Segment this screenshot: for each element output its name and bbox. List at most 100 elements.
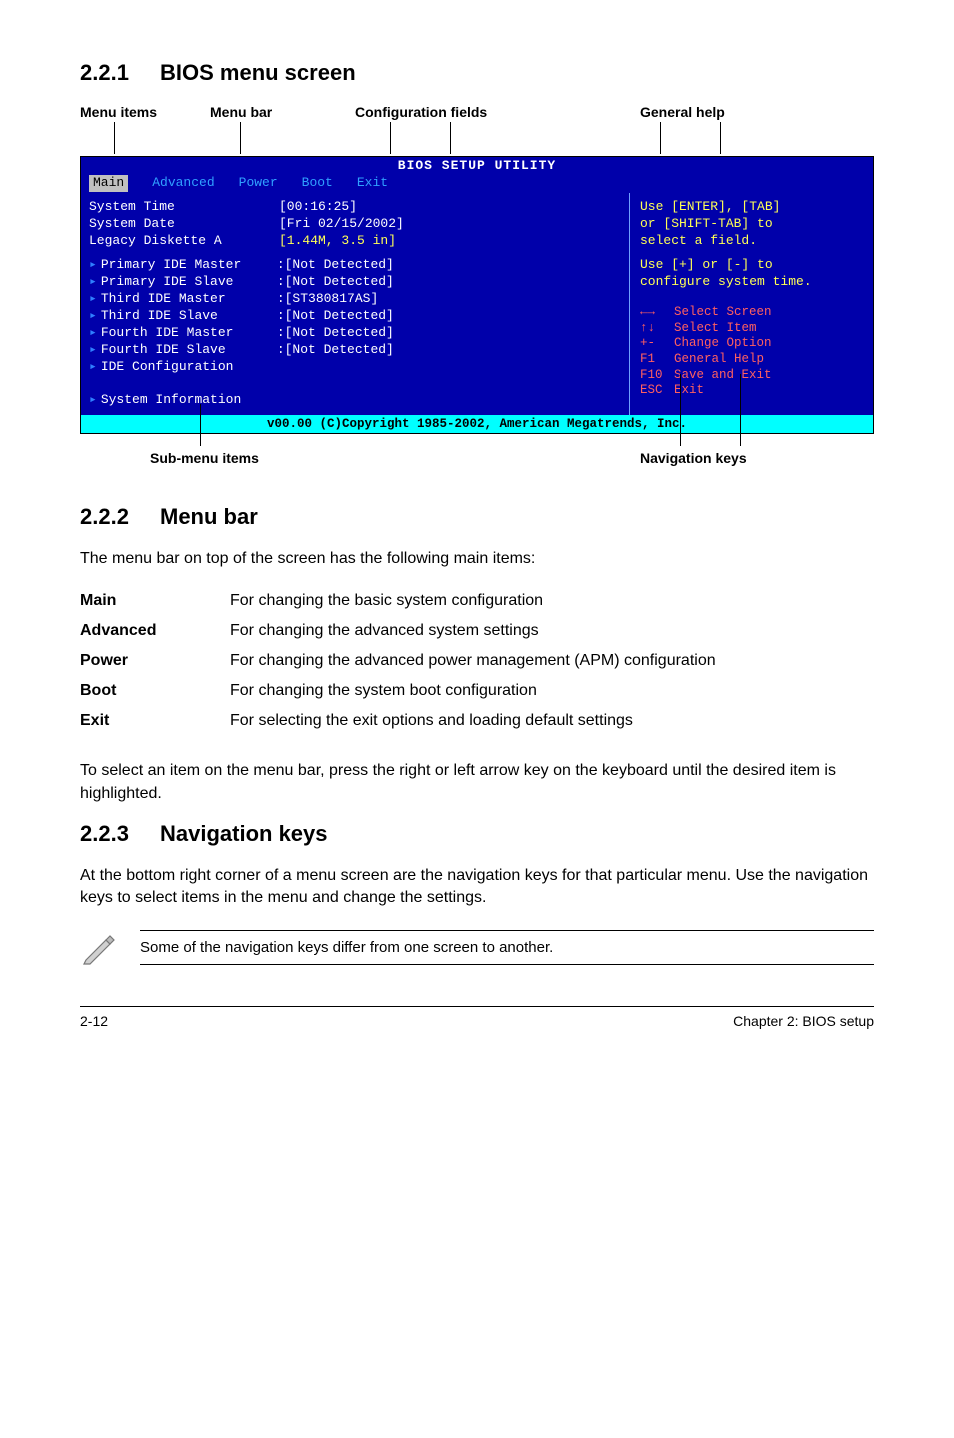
description: For changing the system boot configurati… — [230, 676, 874, 706]
bios-row[interactable]: ▸Primary IDE Master:[Not Detected] — [89, 257, 621, 274]
section-number: 2.2.3 — [80, 821, 160, 847]
bios-field-value: [Fri 02/15/2002] — [279, 216, 404, 233]
nav-key-desc: Select Item — [674, 321, 757, 337]
bios-tab-main[interactable]: Main — [89, 175, 128, 192]
submenu-arrow-icon: ▸ — [89, 257, 97, 274]
nav-key: F10 — [640, 368, 674, 384]
bios-field-label: System Date — [89, 216, 279, 233]
bios-field-value: :[Not Detected] — [277, 325, 394, 342]
bios-field-label: System Time — [89, 199, 279, 216]
table-row: PowerFor changing the advanced power man… — [80, 646, 874, 676]
bios-left-panel: System Time [00:16:25] System Date [Fri … — [81, 193, 629, 415]
section-number: 2.2.2 — [80, 504, 160, 530]
bios-field-value: :[Not Detected] — [277, 308, 394, 325]
page-footer: 2-12 Chapter 2: BIOS setup — [80, 1006, 874, 1029]
submenu-arrow-icon: ▸ — [89, 359, 97, 376]
section-number: 2.2.1 — [80, 60, 160, 86]
pencil-icon — [80, 930, 140, 966]
bios-field-label: Fourth IDE Slave — [101, 342, 277, 359]
bios-field-label: Third IDE Slave — [101, 308, 277, 325]
page-number: 2-12 — [80, 1013, 108, 1029]
bios-row[interactable]: ▸IDE Configuration — [89, 359, 621, 376]
bios-row[interactable]: ▸Third IDE Slave:[Not Detected] — [89, 308, 621, 325]
definition-table: MainFor changing the basic system config… — [80, 586, 874, 736]
table-row: ExitFor selecting the exit options and l… — [80, 706, 874, 736]
bios-field-label: IDE Configuration — [101, 359, 277, 376]
bios-tab-boot[interactable]: Boot — [302, 175, 333, 192]
bios-field-value: :[Not Detected] — [277, 342, 394, 359]
label-config-fields: Configuration fields — [355, 104, 487, 120]
description: For changing the advanced power manageme… — [230, 646, 874, 676]
term: Main — [80, 586, 230, 616]
submenu-arrow-icon: ▸ — [89, 325, 97, 342]
submenu-arrow-icon: ▸ — [89, 308, 97, 325]
leader-line — [450, 122, 451, 154]
paragraph: To select an item on the menu bar, press… — [80, 760, 874, 805]
bios-row[interactable]: ▸Third IDE Master:[ST380817AS] — [89, 291, 621, 308]
nav-key: +- — [640, 336, 674, 352]
submenu-arrow-icon: ▸ — [89, 342, 97, 359]
bios-row[interactable]: ▸Primary IDE Slave:[Not Detected] — [89, 274, 621, 291]
nav-key: ESC — [640, 383, 674, 399]
bios-field-value: [1.44M, 3.5 in] — [279, 233, 396, 250]
bios-row[interactable]: Legacy Diskette A [1.44M, 3.5 in] — [89, 233, 621, 250]
label-submenu-items: Sub-menu items — [150, 450, 259, 466]
bios-row[interactable]: ▸Fourth IDE Slave:[Not Detected] — [89, 342, 621, 359]
bios-field-label: Primary IDE Master — [101, 257, 277, 274]
bios-row[interactable]: System Time [00:16:25] — [89, 199, 621, 216]
nav-key: ←→ — [640, 305, 674, 321]
help-text: select a field. — [640, 233, 865, 250]
paragraph: The menu bar on top of the screen has th… — [80, 548, 874, 570]
bios-tab-advanced[interactable]: Advanced — [152, 175, 214, 192]
nav-keys-block: ←→Select Screen ↑↓Select Item +-Change O… — [640, 305, 865, 399]
description: For selecting the exit options and loadi… — [230, 706, 874, 736]
section-title: Menu bar — [160, 504, 258, 530]
note-text: Some of the navigation keys differ from … — [140, 930, 874, 965]
submenu-arrow-icon: ▸ — [89, 291, 97, 308]
table-row: MainFor changing the basic system config… — [80, 586, 874, 616]
bios-tab-exit[interactable]: Exit — [357, 175, 388, 192]
bios-row[interactable]: System Date [Fri 02/15/2002] — [89, 216, 621, 233]
term: Boot — [80, 676, 230, 706]
leader-line — [114, 122, 115, 154]
nav-key-desc: Change Option — [674, 336, 772, 352]
bios-field-value: :[Not Detected] — [277, 257, 394, 274]
nav-key-desc: General Help — [674, 352, 764, 368]
bios-field-value: :[Not Detected] — [277, 274, 394, 291]
description: For changing the advanced system setting… — [230, 616, 874, 646]
nav-key: F1 — [640, 352, 674, 368]
bios-field-label: Third IDE Master — [101, 291, 277, 308]
nav-key-desc: Select Screen — [674, 305, 772, 321]
label-menu-bar: Menu bar — [210, 104, 272, 120]
bios-field-label: Fourth IDE Master — [101, 325, 277, 342]
bios-field-label: System Information — [101, 392, 291, 409]
bios-field-label: Legacy Diskette A — [89, 233, 279, 250]
leader-line — [720, 122, 721, 154]
label-navigation-keys: Navigation keys — [640, 450, 747, 466]
bios-screenshot: BIOS SETUP UTILITY Main Advanced Power B… — [80, 156, 874, 434]
bios-field-label: Primary IDE Slave — [101, 274, 277, 291]
label-general-help: General help — [640, 104, 725, 120]
term: Exit — [80, 706, 230, 736]
bios-help-panel: Use [ENTER], [TAB] or [SHIFT-TAB] to sel… — [629, 193, 873, 415]
bios-row[interactable]: ▸Fourth IDE Master:[Not Detected] — [89, 325, 621, 342]
help-text: Use [+] or [-] to — [640, 257, 865, 274]
section-heading-221: 2.2.1 BIOS menu screen — [80, 60, 874, 86]
paragraph: At the bottom right corner of a menu scr… — [80, 865, 874, 910]
bottom-label-row: Sub-menu items Navigation keys — [80, 434, 874, 474]
nav-key: ↑↓ — [640, 321, 674, 337]
bios-title: BIOS SETUP UTILITY — [81, 157, 873, 175]
bios-row[interactable]: ▸System Information — [89, 392, 621, 409]
bios-tab-power[interactable]: Power — [239, 175, 278, 192]
note-block: Some of the navigation keys differ from … — [80, 930, 874, 966]
nav-key-desc: Save and Exit — [674, 368, 772, 384]
help-text: Use [ENTER], [TAB] — [640, 199, 865, 216]
description: For changing the basic system configurat… — [230, 586, 874, 616]
leader-line — [660, 122, 661, 154]
table-row: BootFor changing the system boot configu… — [80, 676, 874, 706]
section-heading-222: 2.2.2 Menu bar — [80, 504, 874, 530]
bios-field-value: :[ST380817AS] — [277, 291, 378, 308]
help-text: configure system time. — [640, 274, 865, 291]
section-title: Navigation keys — [160, 821, 328, 847]
bios-menubar: Main Advanced Power Boot Exit — [81, 175, 873, 193]
